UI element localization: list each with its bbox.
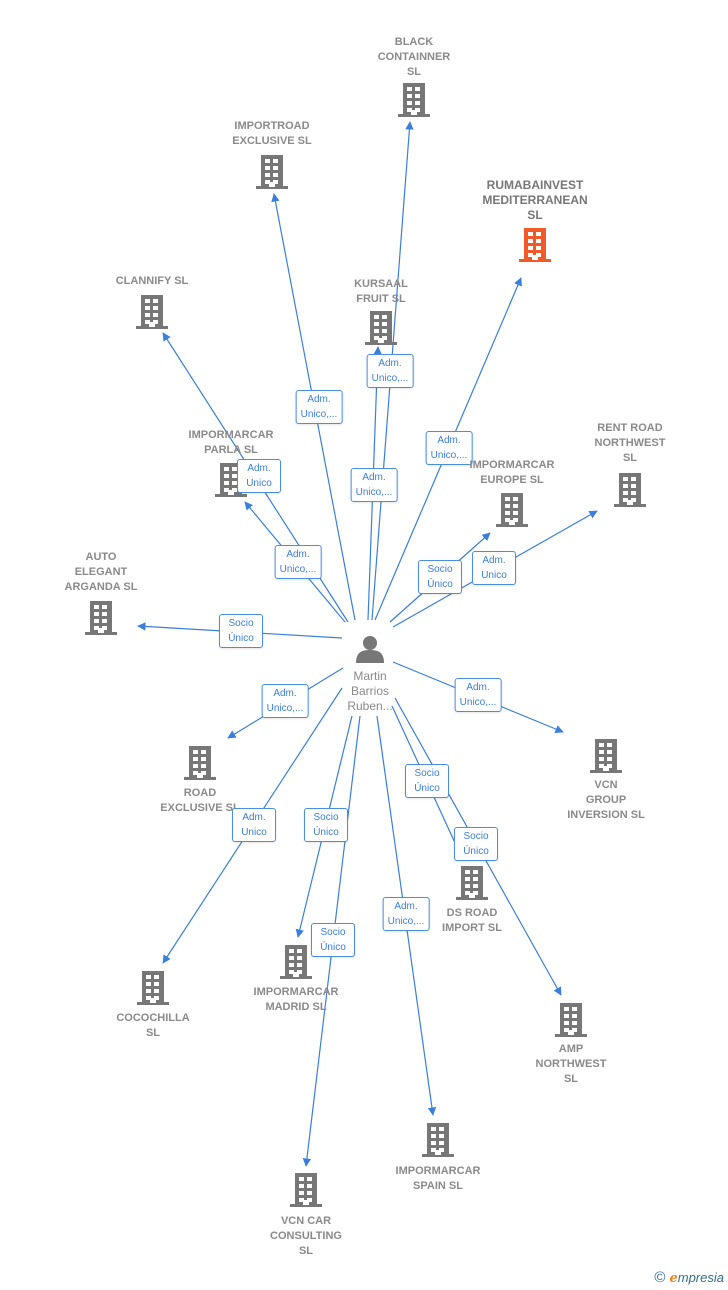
relation-label-impormarcar-parla[interactable]: Adm. Unico,... xyxy=(274,545,322,579)
company-name-auto-elegant-arganda[interactable]: AUTO ELEGANT ARGANDA SL xyxy=(31,550,171,595)
building-icon[interactable] xyxy=(137,971,169,1005)
company-name-black-containner[interactable]: BLACK CONTAINNER SL xyxy=(344,35,484,80)
building-icon[interactable] xyxy=(85,601,117,635)
relation-label-kursaal-fruit[interactable]: Adm. Unico,... xyxy=(350,468,398,502)
copyright-symbol: © xyxy=(654,1269,666,1286)
relation-label-auto-elegant-arganda[interactable]: Socio Único xyxy=(219,614,263,648)
relation-label-rent-road-northwest[interactable]: Adm. Unico xyxy=(472,551,516,585)
building-icon[interactable] xyxy=(184,746,216,780)
building-icon[interactable] xyxy=(365,311,397,345)
relation-label-black-containner[interactable]: Adm. Unico,... xyxy=(366,354,414,388)
company-name-amp-northwest[interactable]: AMP NORTHWEST SL xyxy=(501,1042,641,1087)
building-icon[interactable] xyxy=(590,739,622,773)
building-icon[interactable] xyxy=(614,473,646,507)
building-icon[interactable] xyxy=(555,1003,587,1037)
company-name-importroad-exclusive[interactable]: IMPORTROAD EXCLUSIVE SL xyxy=(202,119,342,149)
relation-label-vcn-car-consulting[interactable]: Socio Único xyxy=(311,923,355,957)
building-icon[interactable] xyxy=(136,295,168,329)
company-name-cocochilla[interactable]: COCOCHILLA SL xyxy=(83,1011,223,1041)
building-icon[interactable] xyxy=(290,1173,322,1207)
company-name-ds-road-import[interactable]: DS ROAD IMPORT SL xyxy=(402,906,542,936)
company-name-vcn-car-consulting[interactable]: VCN CAR CONSULTING SL xyxy=(236,1214,376,1259)
building-icon[interactable] xyxy=(496,493,528,527)
company-name-clannify[interactable]: CLANNIFY SL xyxy=(82,274,222,289)
relation-label-cocochilla[interactable]: Adm. Unico xyxy=(232,808,276,842)
relation-label-clannify[interactable]: Adm. Unico xyxy=(237,459,281,493)
company-name-impormarcar-madrid[interactable]: IMPORMARCAR MADRID SL xyxy=(226,985,366,1015)
relation-label-impormarcar-europe[interactable]: Socio Único xyxy=(418,560,462,594)
relation-label-impormarcar-madrid[interactable]: Socio Único xyxy=(304,808,348,842)
company-name-rumabainvest-mediterranean[interactable]: RUMABAINVEST MEDITERRANEAN SL xyxy=(465,178,605,223)
brand-logo: empresia xyxy=(669,1269,724,1286)
building-icon[interactable] xyxy=(256,155,288,189)
relation-label-vcn-group-inversion[interactable]: Adm. Unico,... xyxy=(454,678,502,712)
company-name-rent-road-northwest[interactable]: RENT ROAD NORTHWEST SL xyxy=(560,421,700,466)
company-name-impormarcar-parla[interactable]: IMPORMARCAR PARLA SL xyxy=(161,428,301,458)
relation-label-road-exclusive[interactable]: Adm. Unico,... xyxy=(261,684,309,718)
building-icon[interactable] xyxy=(398,83,430,117)
network-graph xyxy=(85,83,646,1207)
building-icon[interactable] xyxy=(519,228,551,262)
relation-label-importroad-exclusive[interactable]: Adm. Unico,... xyxy=(295,390,343,424)
person-icon[interactable] xyxy=(356,636,384,663)
building-icon[interactable] xyxy=(422,1123,454,1157)
relation-label-amp-northwest[interactable]: Socio Único xyxy=(454,827,498,861)
company-name-impormarcar-spain[interactable]: IMPORMARCAR SPAIN SL xyxy=(368,1164,508,1194)
company-name-vcn-group-inversion[interactable]: VCN GROUP INVERSION SL xyxy=(536,778,676,823)
company-name-kursaal-fruit[interactable]: KURSAAL FRUIT SL xyxy=(311,277,451,307)
relation-label-ds-road-import[interactable]: Socio Único xyxy=(405,764,449,798)
building-icon[interactable] xyxy=(456,866,488,900)
footer-brand: © empresia xyxy=(654,1269,724,1286)
person-name[interactable]: Martin Barrios Ruben... xyxy=(330,669,410,714)
building-icon[interactable] xyxy=(280,945,312,979)
